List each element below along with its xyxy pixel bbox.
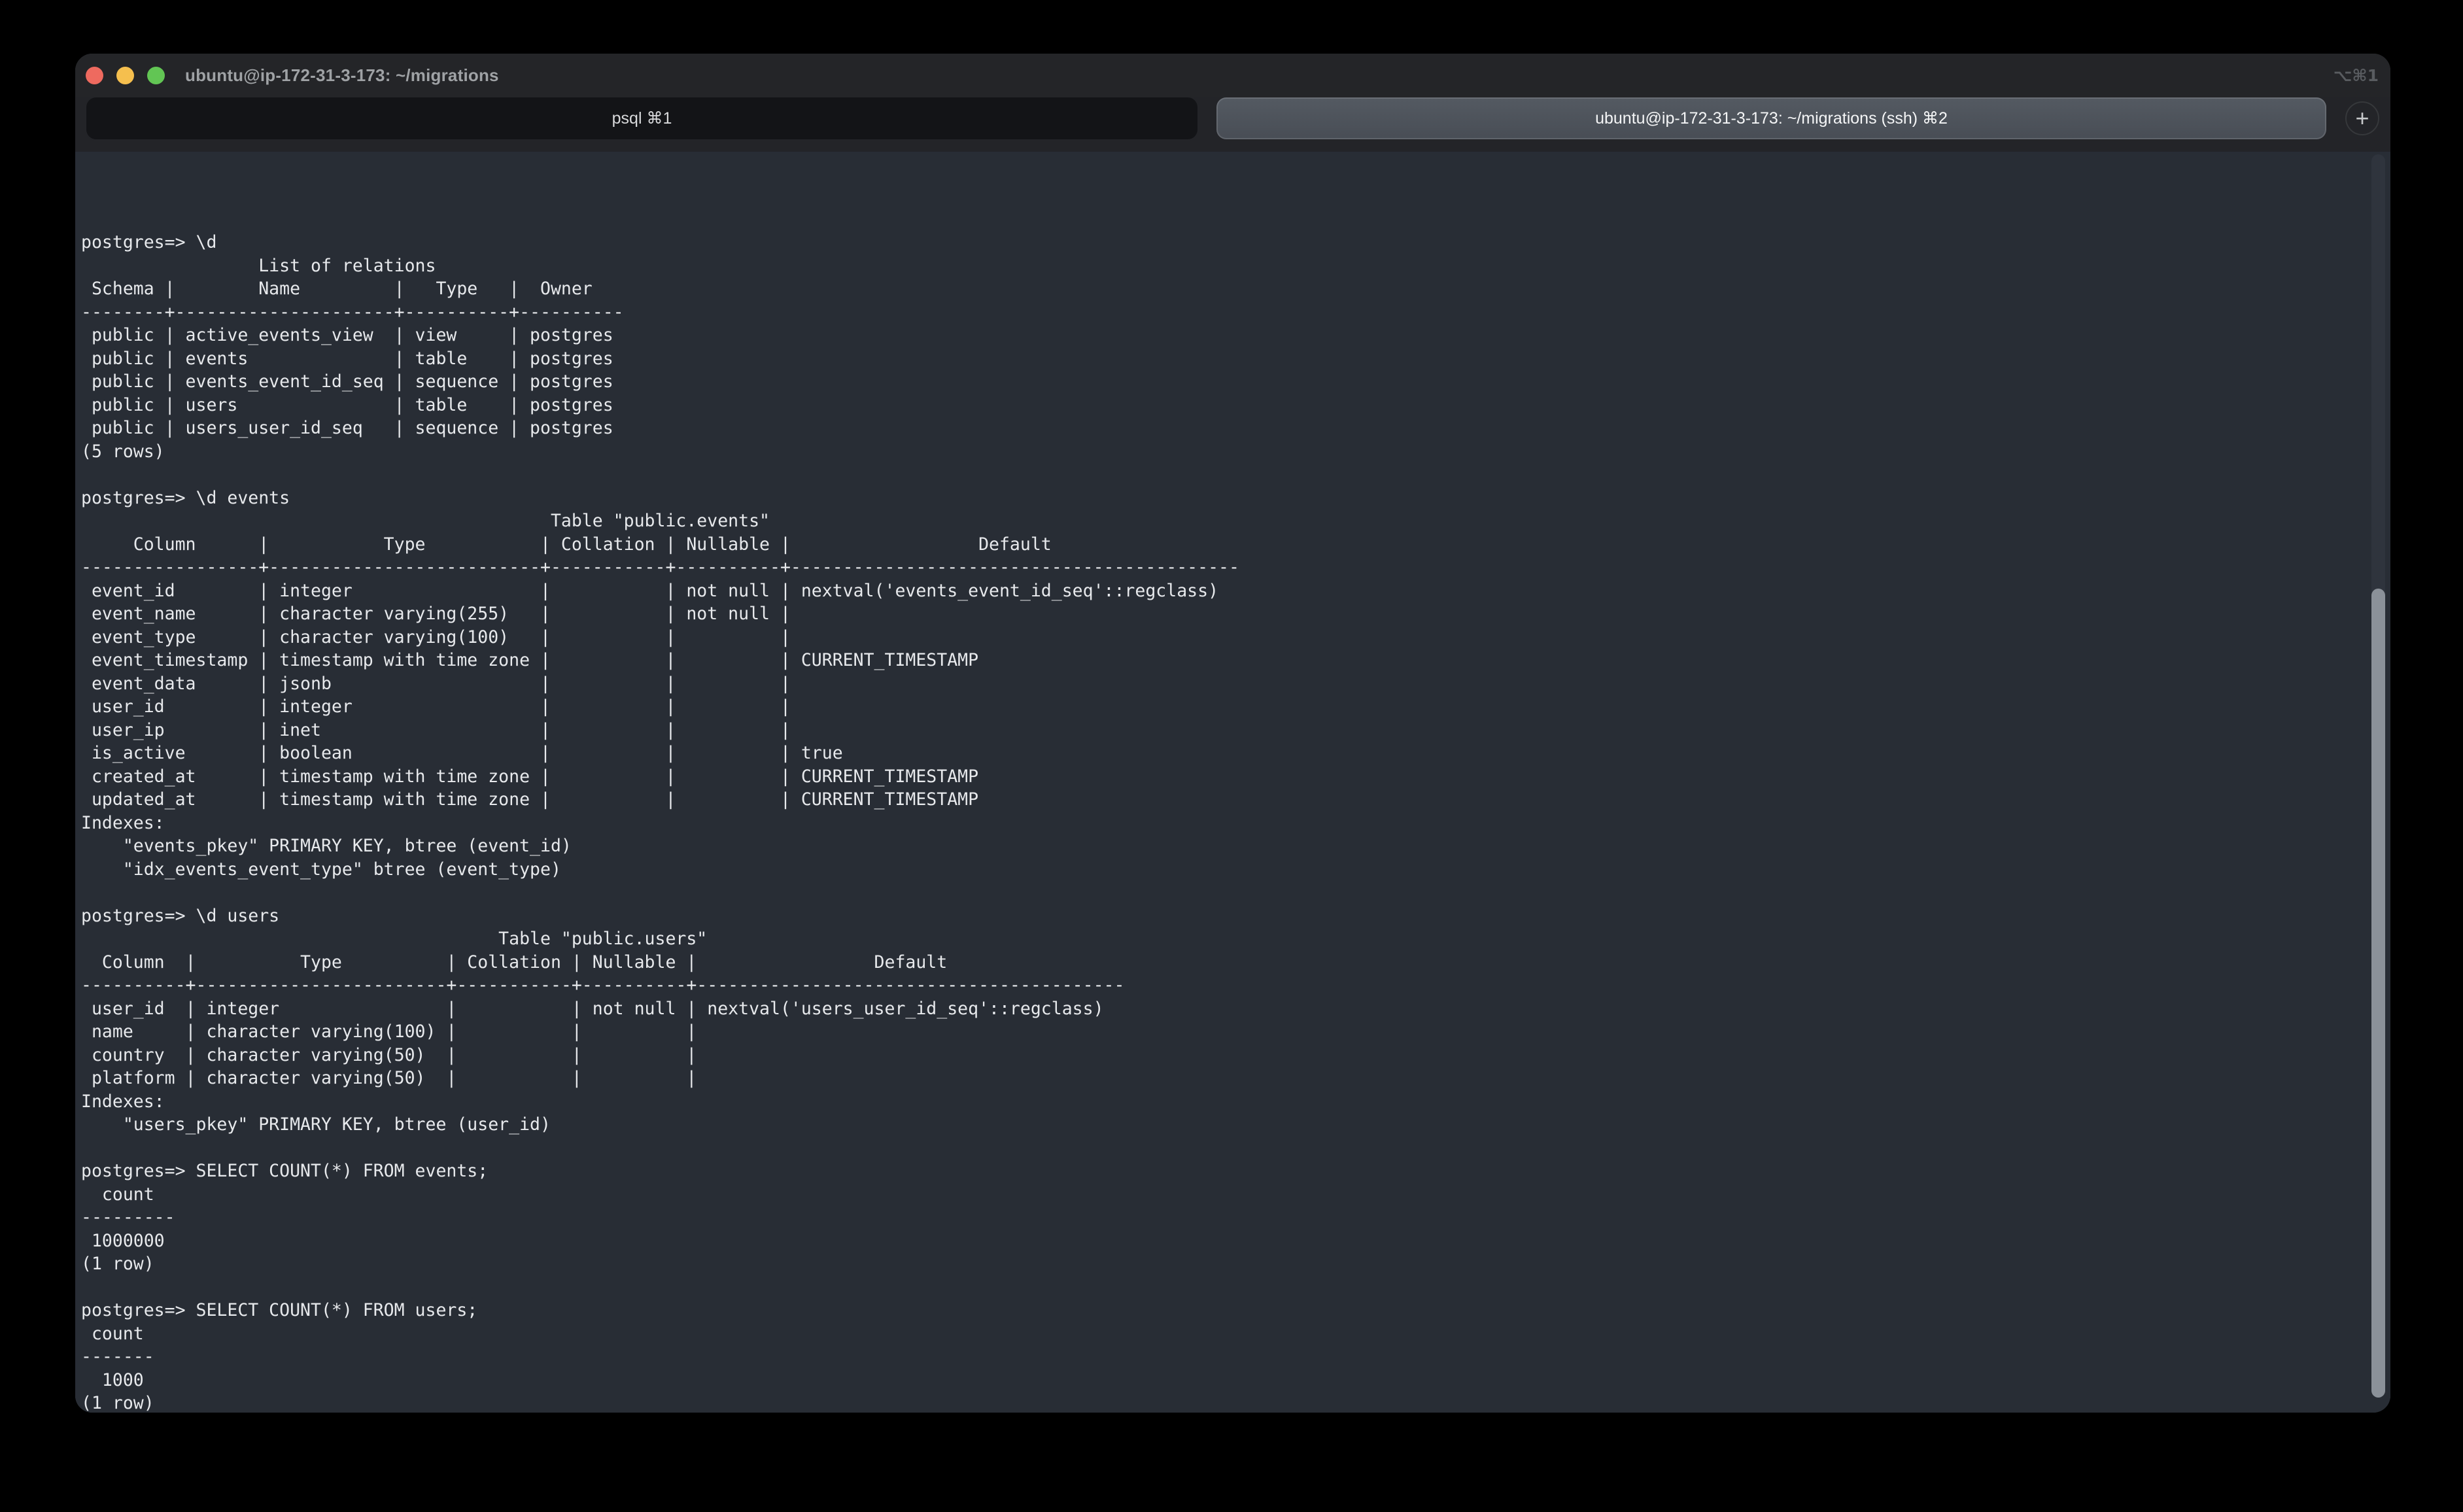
terminal-line: user_id | integer | | not null | nextval…	[81, 997, 2364, 1021]
terminal-line: postgres=> \d events	[81, 487, 2364, 510]
terminal-line: (5 rows)	[81, 440, 2364, 464]
terminal-line: --------+---------------------+---------…	[81, 301, 2364, 324]
terminal-line: user_ip | inet | | |	[81, 719, 2364, 742]
terminal-line	[81, 463, 2364, 487]
terminal-line: -------	[81, 1345, 2364, 1369]
minimize-button[interactable]	[116, 67, 134, 84]
terminal-line: Column | Type | Collation | Nullable | D…	[81, 951, 2364, 974]
terminal-line: ----------+------------------------+----…	[81, 974, 2364, 997]
terminal-line: postgres=> \d users	[81, 904, 2364, 928]
terminal-line: public | users_user_id_seq | sequence | …	[81, 417, 2364, 440]
terminal-pane[interactable]: postgres=> \d List of relations Schema |…	[75, 152, 2390, 1413]
terminal-line: Indexes:	[81, 1090, 2364, 1114]
scrollbar-thumb[interactable]	[2371, 589, 2385, 1398]
terminal-line	[81, 881, 2364, 904]
terminal-line	[81, 1137, 2364, 1160]
terminal-line: Column | Type | Collation | Nullable | D…	[81, 533, 2364, 557]
new-tab-button[interactable]: +	[2345, 101, 2379, 135]
terminal-line: name | character varying(100) | | |	[81, 1020, 2364, 1044]
terminal-line: count	[81, 1322, 2364, 1346]
title-bar[interactable]: ubuntu@ip-172-31-3-173: ~/migrations ⌥⌘1	[75, 54, 2390, 97]
plus-icon: +	[2355, 107, 2369, 130]
terminal-line: 1000	[81, 1369, 2364, 1392]
terminal-line: "idx_events_event_type" btree (event_typ…	[81, 858, 2364, 882]
terminal-line: count	[81, 1183, 2364, 1207]
terminal-line: public | events_event_id_seq | sequence …	[81, 370, 2364, 394]
terminal-line: List of relations	[81, 254, 2364, 278]
terminal-line: postgres=> SELECT COUNT(*) FROM events;	[81, 1160, 2364, 1183]
traffic-lights	[86, 54, 165, 97]
terminal-line: "users_pkey" PRIMARY KEY, btree (user_id…	[81, 1113, 2364, 1137]
terminal-line: event_id | integer | | not null | nextva…	[81, 579, 2364, 603]
window-shortcut-badge: ⌥⌘1	[2334, 54, 2379, 97]
terminal-line: event_name | character varying(255) | | …	[81, 602, 2364, 626]
tab-ssh-migrations[interactable]: ubuntu@ip-172-31-3-173: ~/migrations (ss…	[1216, 97, 2326, 139]
terminal-line: "events_pkey" PRIMARY KEY, btree (event_…	[81, 834, 2364, 858]
terminal-line: Indexes:	[81, 812, 2364, 835]
terminal-line: event_timestamp | timestamp with time zo…	[81, 649, 2364, 672]
terminal-line: event_data | jsonb | | |	[81, 672, 2364, 696]
tab-ssh-migrations-label: ubuntu@ip-172-31-3-173: ~/migrations (ss…	[1595, 109, 1948, 128]
terminal-window: ubuntu@ip-172-31-3-173: ~/migrations ⌥⌘1…	[75, 54, 2390, 1413]
terminal-line: Table "public.users"	[81, 927, 2364, 951]
terminal-line: country | character varying(50) | | |	[81, 1044, 2364, 1067]
terminal-line: -----------------+----------------------…	[81, 556, 2364, 579]
terminal-line: public | events | table | postgres	[81, 347, 2364, 371]
terminal-line: is_active | boolean | | | true	[81, 742, 2364, 765]
terminal-lines: postgres=> \d List of relations Schema |…	[81, 231, 2364, 1413]
terminal-line: updated_at | timestamp with time zone | …	[81, 788, 2364, 812]
terminal-line: user_id | integer | | |	[81, 695, 2364, 719]
terminal-line: Table "public.events"	[81, 509, 2364, 533]
window-title: ubuntu@ip-172-31-3-173: ~/migrations	[185, 54, 499, 97]
tab-psql[interactable]: psql ⌘1	[86, 97, 1197, 139]
zoom-button[interactable]	[147, 67, 165, 84]
terminal-line: (1 row)	[81, 1392, 2364, 1413]
terminal-output: postgres=> \d List of relations Schema |…	[81, 184, 2364, 1413]
terminal-line: Schema | Name | Type | Owner	[81, 277, 2364, 301]
terminal-line: created_at | timestamp with time zone | …	[81, 765, 2364, 789]
terminal-line: ---------	[81, 1206, 2364, 1229]
terminal-line: public | active_events_view | view | pos…	[81, 324, 2364, 347]
tab-bar: psql ⌘1 ubuntu@ip-172-31-3-173: ~/migrat…	[75, 97, 2390, 152]
desktop-background: ubuntu@ip-172-31-3-173: ~/migrations ⌥⌘1…	[0, 0, 2463, 1512]
terminal-line: postgres=> SELECT COUNT(*) FROM users;	[81, 1299, 2364, 1322]
terminal-line: 1000000	[81, 1229, 2364, 1253]
terminal-line: event_type | character varying(100) | | …	[81, 626, 2364, 649]
terminal-line: postgres=> \d	[81, 231, 2364, 254]
close-button[interactable]	[86, 67, 103, 84]
tab-psql-label: psql ⌘1	[612, 109, 672, 128]
terminal-line: public | users | table | postgres	[81, 394, 2364, 417]
terminal-line: (1 row)	[81, 1252, 2364, 1276]
terminal-line	[81, 1276, 2364, 1299]
terminal-line: platform | character varying(50) | | |	[81, 1067, 2364, 1090]
